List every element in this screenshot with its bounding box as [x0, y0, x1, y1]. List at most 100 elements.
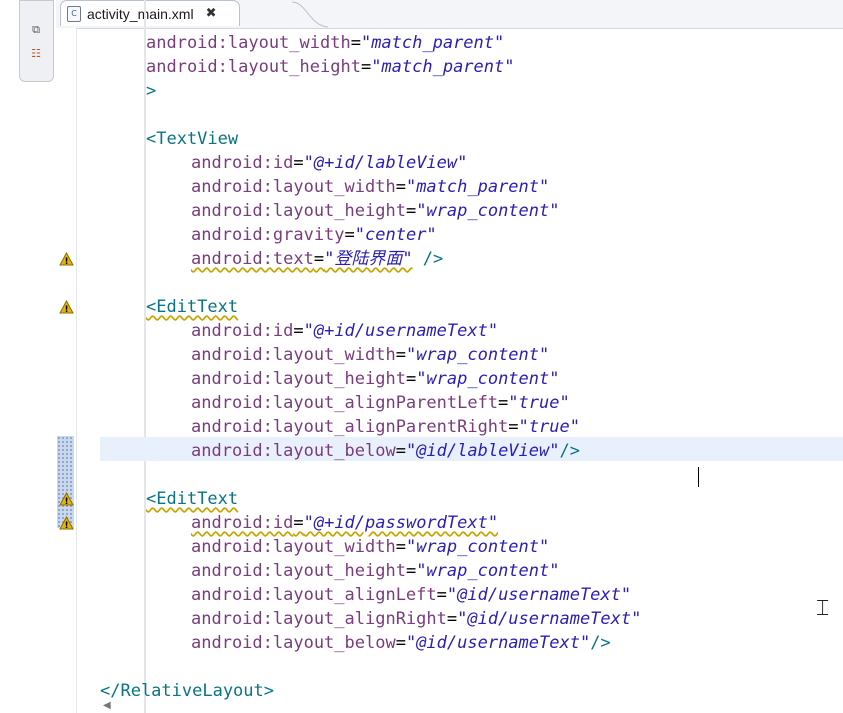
code-token: android:layout_width	[191, 537, 396, 557]
code-token: <EditText	[146, 489, 239, 509]
code-editor[interactable]: android:layout_width="match_parent" andro…	[76, 28, 843, 713]
code-line[interactable]: android:layout_width="match_parent"	[191, 175, 549, 199]
code-line[interactable]: android:layout_width="wrap_content"	[191, 535, 549, 559]
code-token: "@+id/lableView"	[303, 153, 468, 173]
code-token: "@+id/usernameText"	[303, 321, 499, 341]
code-token: android:layout_width	[191, 345, 396, 365]
xml-file-icon: C	[67, 5, 81, 22]
scroll-left-icon[interactable]: ◀	[103, 700, 111, 711]
selection-marker	[57, 436, 74, 528]
code-line[interactable]: android:id="@+id/usernameText"	[191, 319, 498, 343]
side-toolbar: ⧉ ☷	[19, 0, 54, 82]
restore-icon[interactable]: ⧉	[29, 23, 43, 37]
code-token: "wrap_content"	[416, 201, 560, 221]
code-token: "wrap_content"	[405, 537, 550, 557]
code-token: android:layout_alignParentRight	[191, 417, 509, 437]
code-token: =	[498, 393, 509, 413]
code-token: =	[395, 633, 406, 653]
code-token: =	[313, 249, 325, 269]
code-line[interactable]: </RelativeLayout>	[100, 679, 274, 703]
code-line[interactable]: android:gravity="center"	[191, 223, 437, 247]
code-line[interactable]: android:layout_height="wrap_content"	[191, 559, 559, 583]
code-token: >	[146, 81, 157, 101]
code-token: =	[395, 537, 406, 557]
warning-icon[interactable]: !	[59, 252, 74, 266]
svg-text:!: !	[64, 497, 68, 506]
close-icon[interactable]: ✖	[206, 6, 217, 21]
svg-text:!: !	[64, 257, 68, 266]
code-line[interactable]: >	[146, 79, 156, 103]
code-line[interactable]: android:layout_height="match_parent"	[146, 55, 514, 79]
code-token: android:layout_height	[191, 561, 406, 581]
code-line[interactable]: android:layout_width="wrap_content"	[191, 343, 549, 367]
code-token: "wrap_content"	[405, 345, 550, 365]
outline-icon[interactable]: ☷	[29, 47, 43, 61]
ibeam-cursor-icon: ⌶	[816, 596, 830, 621]
code-token: <EditText	[146, 297, 239, 317]
code-line[interactable]: android:layout_alignLeft="@id/usernameTe…	[191, 583, 631, 607]
tab-title: activity_main.xml	[87, 5, 194, 22]
code-token: android:layout_alignLeft	[191, 585, 437, 605]
code-line[interactable]: <EditText	[146, 295, 238, 319]
code-line[interactable]: android:layout_alignParentRight="true"	[191, 415, 580, 439]
code-token: =	[405, 201, 417, 221]
code-token: />	[412, 249, 444, 269]
code-line[interactable]: <TextView	[146, 127, 238, 151]
code-token: "center"	[354, 225, 437, 245]
code-line[interactable]: android:layout_alignRight="@id/usernameT…	[191, 607, 641, 631]
code-token: />	[559, 441, 580, 461]
code-token: "wrap_content"	[416, 561, 560, 581]
left-strip: ⧉ ☷	[0, 0, 56, 713]
code-token: =	[395, 345, 406, 365]
code-token: android:id	[191, 153, 294, 173]
code-token: android:layout_alignRight	[191, 609, 447, 629]
code-line[interactable]: android:layout_below="@id/usernameText"/…	[191, 631, 611, 655]
code-token: "true"	[508, 393, 570, 413]
code-token: =	[405, 561, 417, 581]
code-token: "wrap_content"	[416, 369, 560, 389]
code-token: android:layout_alignParentLeft	[191, 393, 499, 413]
code-token: "@id/usernameText"	[446, 585, 632, 605]
warning-icon[interactable]: !	[59, 516, 74, 530]
code-token: =	[350, 33, 361, 53]
tab-activity-main-xml[interactable]: C activity_main.xml ✖	[60, 0, 240, 26]
code-token: "true"	[518, 417, 580, 437]
tab-curve	[292, 1, 328, 28]
text-cursor	[698, 467, 699, 487]
code-token: "@id/usernameText"	[405, 633, 591, 653]
code-token: =	[360, 57, 372, 77]
code-token: "登陆界面"	[324, 249, 413, 269]
code-token: android:id	[191, 321, 294, 341]
code-line[interactable]: android:text="登陆界面" />	[191, 247, 443, 271]
code-token: =	[446, 609, 458, 629]
code-line[interactable]: android:layout_width="match_parent"	[146, 31, 504, 55]
code-token: =	[293, 513, 304, 533]
code-line[interactable]: android:layout_height="wrap_content"	[191, 199, 559, 223]
code-token: android:layout_height	[191, 201, 406, 221]
code-token: </RelativeLayout>	[100, 681, 274, 701]
code-line[interactable]: <EditText	[146, 487, 238, 511]
code-token: =	[395, 441, 406, 461]
code-token: =	[344, 225, 355, 245]
code-token: android:layout_below	[191, 441, 396, 461]
svg-text:!: !	[64, 305, 68, 314]
code-line[interactable]: android:layout_below="@id/lableView"/>	[191, 439, 580, 463]
code-token: =	[293, 153, 304, 173]
code-token: android:layout_height	[146, 57, 361, 77]
warning-icon[interactable]: !	[59, 492, 74, 506]
code-token: "@+id/passwordText"	[303, 513, 499, 533]
code-token: =	[293, 321, 304, 341]
code-token: android:layout_below	[191, 633, 396, 653]
code-line[interactable]: android:id="@+id/passwordText"	[191, 511, 498, 535]
code-token: =	[436, 585, 447, 605]
code-token: =	[508, 417, 519, 437]
code-token: android:layout_height	[191, 369, 406, 389]
code-line[interactable]: android:layout_height="wrap_content"	[191, 367, 559, 391]
svg-text:!: !	[64, 521, 68, 530]
code-token: "match_parent"	[360, 33, 505, 53]
code-token: android:layout_width	[191, 177, 396, 197]
warning-icon[interactable]: !	[59, 300, 74, 314]
code-line[interactable]: android:id="@+id/lableView"	[191, 151, 467, 175]
code-token: <TextView	[146, 129, 239, 149]
code-line[interactable]: android:layout_alignParentLeft="true"	[191, 391, 570, 415]
